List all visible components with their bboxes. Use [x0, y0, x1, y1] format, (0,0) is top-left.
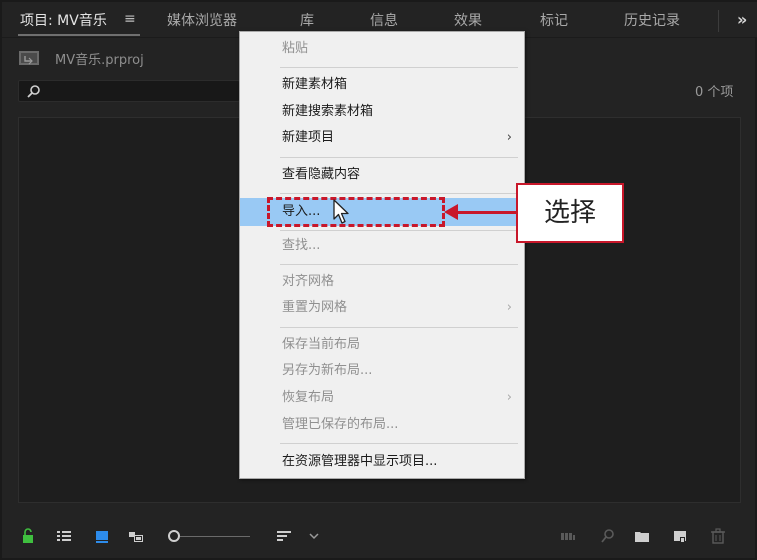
- new-bin-icon[interactable]: [634, 528, 650, 544]
- project-folder-icon: [19, 51, 39, 65]
- menu-item-reveal-in-explorer[interactable]: 在资源管理器中显示项目...: [240, 450, 524, 474]
- menu-item-manage-layouts[interactable]: 管理已保存的布局...: [240, 413, 524, 437]
- menu-item-label: 新建项目: [282, 130, 335, 145]
- find-icon[interactable]: [600, 528, 616, 544]
- chevron-down-icon[interactable]: [306, 528, 322, 544]
- annotation-arrow-line: [452, 211, 518, 214]
- project-filename: MV音乐.prproj: [55, 53, 144, 68]
- menu-item-label: 新建搜索素材箱: [282, 104, 374, 119]
- menu-item-new-search-bin[interactable]: 新建搜索素材箱: [240, 100, 524, 124]
- menu-item-label: 另存为新布局...: [282, 363, 373, 378]
- chevron-right-icon: ›: [506, 300, 512, 315]
- list-view-icon[interactable]: [56, 528, 72, 544]
- menu-item-save-new-layout[interactable]: 另存为新布局...: [240, 359, 524, 383]
- menu-item-label: 查找...: [282, 238, 321, 253]
- mouse-cursor-icon: [333, 199, 349, 224]
- trash-icon[interactable]: [710, 528, 726, 544]
- menu-separator: [280, 67, 518, 68]
- menu-item-label: 对齐网格: [282, 274, 335, 289]
- menu-item-label: 查看隐藏内容: [282, 167, 361, 182]
- highlight-dashed-box: [267, 197, 445, 227]
- menu-separator: [280, 264, 518, 265]
- menu-item-label: 管理已保存的布局...: [282, 417, 399, 432]
- chevron-right-icon: ›: [506, 390, 512, 405]
- zoom-slider-handle[interactable]: [168, 530, 180, 542]
- menu-separator: [280, 230, 518, 231]
- menu-item-label: 在资源管理器中显示项目...: [282, 454, 438, 469]
- icon-view-icon[interactable]: [94, 528, 110, 544]
- search-icon: [27, 85, 40, 98]
- search-input[interactable]: [18, 80, 240, 102]
- tab-info[interactable]: 信息: [370, 10, 398, 30]
- double-chevron-right-icon[interactable]: »: [737, 10, 747, 29]
- bottom-toolbar: [2, 518, 757, 558]
- menu-item-label: 粘贴: [282, 41, 309, 56]
- menu-separator: [280, 327, 518, 328]
- tab-markers[interactable]: 标记: [540, 10, 568, 30]
- menu-item-paste[interactable]: 粘贴: [240, 37, 524, 61]
- project-panel: 项目: MV音乐 ≡ 媒体浏览器 库 信息 效果 标记 历史记录 » MV音乐.…: [0, 0, 757, 560]
- menu-item-new-bin[interactable]: 新建素材箱: [240, 73, 524, 97]
- menu-item-view-hidden[interactable]: 查看隐藏内容: [240, 163, 524, 187]
- menu-item-label: 重置为网格: [282, 300, 348, 315]
- tab-history[interactable]: 历史记录: [624, 10, 680, 30]
- tab-project[interactable]: 项目: MV音乐: [20, 10, 107, 30]
- tab-separator: [718, 10, 719, 32]
- item-count: 0 个项: [695, 85, 734, 100]
- context-menu: 粘贴 新建素材箱 新建搜索素材箱 新建项目 › 查看隐藏内容 导入... 查找..…: [239, 31, 525, 479]
- hamburger-icon[interactable]: ≡: [124, 12, 137, 26]
- tab-effects[interactable]: 效果: [454, 10, 482, 30]
- menu-item-label: 恢复布局: [282, 390, 335, 405]
- menu-item-label: 新建素材箱: [282, 77, 348, 92]
- tab-media-browser[interactable]: 媒体浏览器: [167, 10, 237, 30]
- new-item-icon[interactable]: [672, 528, 688, 544]
- menu-item-reset-grid[interactable]: 重置为网格 ›: [240, 296, 524, 320]
- active-tab-underline: [18, 34, 140, 36]
- menu-separator: [280, 157, 518, 158]
- lock-icon[interactable]: [20, 528, 36, 544]
- menu-item-align-grid[interactable]: 对齐网格: [240, 270, 524, 294]
- chevron-right-icon: ›: [506, 130, 512, 145]
- sort-icon[interactable]: [276, 528, 292, 544]
- menu-separator: [280, 193, 518, 194]
- menu-item-label: 保存当前布局: [282, 337, 361, 352]
- automate-to-sequence-icon[interactable]: [560, 528, 576, 544]
- menu-separator: [280, 443, 518, 444]
- menu-item-save-layout[interactable]: 保存当前布局: [240, 333, 524, 357]
- annotation-callout: 选择: [516, 183, 624, 243]
- menu-item-new-item[interactable]: 新建项目 ›: [240, 126, 524, 150]
- menu-item-find[interactable]: 查找...: [240, 234, 524, 258]
- freeform-view-icon[interactable]: [128, 528, 144, 544]
- tab-libraries[interactable]: 库: [300, 10, 314, 30]
- zoom-slider-track[interactable]: [180, 536, 250, 537]
- menu-item-restore-layout[interactable]: 恢复布局 ›: [240, 386, 524, 410]
